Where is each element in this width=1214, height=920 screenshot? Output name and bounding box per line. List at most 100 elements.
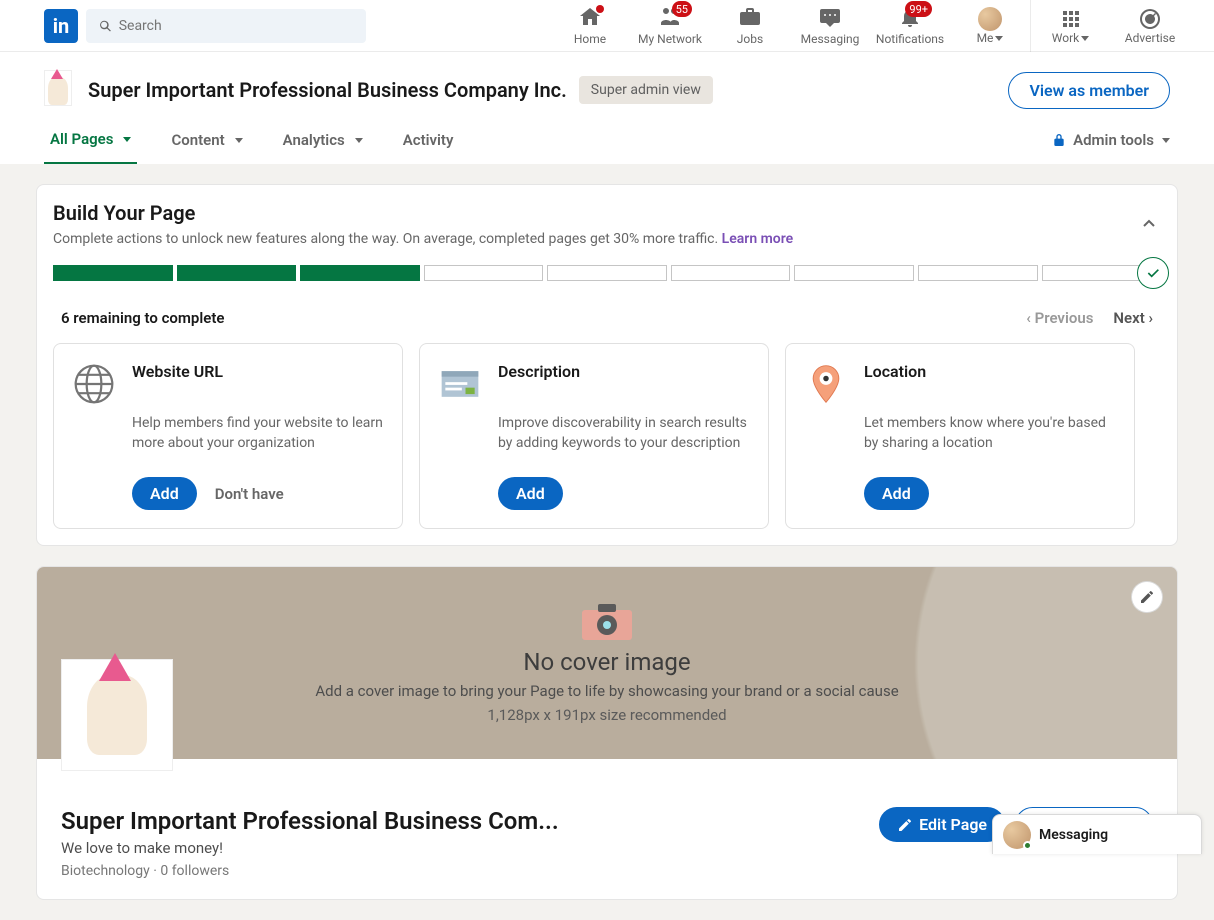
progress-segment	[177, 265, 297, 281]
map-pin-icon	[804, 362, 848, 406]
tab-all-pages[interactable]: All Pages	[44, 116, 137, 164]
build-card-description: Description Improve discoverability in s…	[419, 343, 769, 529]
nav-network[interactable]: 55 My Network	[630, 0, 710, 52]
card-title: Website URL	[132, 362, 223, 381]
tab-activity[interactable]: Activity	[397, 116, 460, 164]
tabs-row: All Pages Content Analytics Activity Adm…	[44, 116, 1170, 164]
badge-dot	[596, 5, 604, 13]
pencil-icon	[1139, 589, 1155, 605]
card-title: Description	[498, 362, 580, 381]
badge: 55	[672, 1, 692, 17]
nav-advertise[interactable]: Advertise	[1110, 0, 1190, 52]
build-subtitle: Complete actions to unlock new features …	[53, 231, 793, 247]
search-icon	[98, 18, 113, 34]
progress-segment	[794, 265, 914, 281]
lock-icon	[1051, 132, 1067, 148]
caret-down-icon	[995, 36, 1003, 41]
card-desc: Let members know where you're based by s…	[864, 414, 1116, 453]
card-title: Location	[864, 362, 926, 381]
nav-label: My Network	[638, 32, 702, 46]
nav-label: Jobs	[737, 32, 763, 46]
nav-messaging[interactable]: Messaging	[790, 0, 870, 52]
company-logo-large[interactable]	[61, 659, 173, 771]
nav-home[interactable]: Home	[550, 0, 630, 52]
company-name: Super Important Professional Business Co…	[88, 78, 567, 102]
top-nav: in Home 55 My Network Jobs Messaging 99+…	[0, 0, 1214, 52]
progress-segment	[547, 265, 667, 281]
build-cards: Website URL Help members find your websi…	[53, 343, 1161, 529]
build-card-peek	[1151, 343, 1161, 529]
next-button[interactable]: Next ›	[1113, 309, 1153, 327]
pencil-icon	[897, 817, 913, 833]
grid-icon	[1059, 7, 1083, 31]
progress-segment	[424, 265, 544, 281]
edit-cover-button[interactable]	[1131, 581, 1163, 613]
messaging-label: Messaging	[1039, 827, 1108, 843]
nav-label: Home	[574, 32, 606, 46]
messaging-panel[interactable]: Messaging	[992, 814, 1202, 854]
progress-segment	[53, 265, 173, 281]
prev-button: ‹ Previous	[1026, 309, 1093, 327]
nav-label: Messaging	[801, 32, 860, 46]
progress-bar	[53, 265, 1161, 281]
check-icon	[1137, 257, 1169, 289]
add-button[interactable]: Add	[132, 477, 197, 510]
status-online-icon	[1023, 841, 1032, 850]
add-button[interactable]: Add	[864, 477, 929, 510]
nav-me[interactable]: Me	[950, 0, 1030, 52]
progress-segment	[918, 265, 1038, 281]
profile-meta: Biotechnology · 0 followers	[61, 863, 559, 879]
nav-label: Me	[977, 31, 1004, 45]
admin-tools-menu[interactable]: Admin tools	[1051, 131, 1170, 149]
tab-content[interactable]: Content	[165, 116, 248, 164]
avatar	[1003, 821, 1031, 849]
tab-analytics[interactable]: Analytics	[277, 116, 369, 164]
progress-segment	[671, 265, 791, 281]
messaging-icon	[818, 5, 842, 29]
cover-area: No cover image Add a cover image to brin…	[37, 567, 1177, 759]
badge: 99+	[905, 1, 932, 17]
view-as-member-button[interactable]: View as member	[1008, 72, 1170, 109]
search-wrap[interactable]	[86, 9, 366, 43]
camera-icon	[580, 602, 634, 642]
add-button[interactable]: Add	[498, 477, 563, 510]
profile-name: Super Important Professional Business Co…	[61, 807, 559, 835]
card-desc: Improve discoverability in search result…	[498, 414, 750, 453]
learn-more-link[interactable]: Learn more	[722, 231, 793, 247]
main-content: Build Your Page Complete actions to unlo…	[0, 164, 1214, 920]
nav-work[interactable]: Work	[1030, 0, 1110, 52]
nav-label: Advertise	[1125, 31, 1175, 45]
page-header: Super Important Professional Business Co…	[0, 52, 1214, 164]
build-title: Build Your Page	[53, 201, 793, 225]
build-page-card: Build Your Page Complete actions to unlo…	[36, 184, 1178, 546]
jobs-icon	[738, 5, 762, 29]
linkedin-logo[interactable]: in	[44, 9, 78, 43]
caret-down-icon	[1162, 138, 1170, 143]
chevron-up-icon[interactable]	[1137, 212, 1161, 236]
search-input[interactable]	[119, 18, 354, 34]
progress-segment	[300, 265, 420, 281]
no-cover-title: No cover image	[523, 648, 690, 676]
edit-page-button[interactable]: Edit Page	[879, 807, 1005, 842]
nav-jobs[interactable]: Jobs	[710, 0, 790, 52]
description-icon	[438, 362, 482, 406]
nav-label: Notifications	[876, 32, 944, 46]
target-icon	[1138, 7, 1162, 31]
nav-items: Home 55 My Network Jobs Messaging 99+ No…	[550, 0, 1190, 51]
cover-sub: Add a cover image to bring your Page to …	[315, 682, 898, 700]
cover-dimensions: 1,128px x 191px size recommended	[487, 706, 726, 724]
pager: ‹ Previous Next ›	[1026, 309, 1153, 327]
caret-down-icon	[1081, 36, 1089, 41]
card-desc: Help members find your website to learn …	[132, 414, 384, 453]
avatar	[978, 7, 1002, 31]
admin-view-badge: Super admin view	[579, 76, 713, 104]
remaining-text: 6 remaining to complete	[61, 309, 224, 327]
build-card-location: Location Let members know where you're b…	[785, 343, 1135, 529]
globe-icon	[72, 362, 116, 406]
build-card-website: Website URL Help members find your websi…	[53, 343, 403, 529]
nav-notifications[interactable]: 99+ Notifications	[870, 0, 950, 52]
nav-label: Work	[1052, 31, 1089, 45]
profile-tagline: We love to make money!	[61, 839, 559, 857]
company-logo-small[interactable]	[44, 70, 76, 110]
dont-have-button[interactable]: Don't have	[215, 485, 284, 503]
